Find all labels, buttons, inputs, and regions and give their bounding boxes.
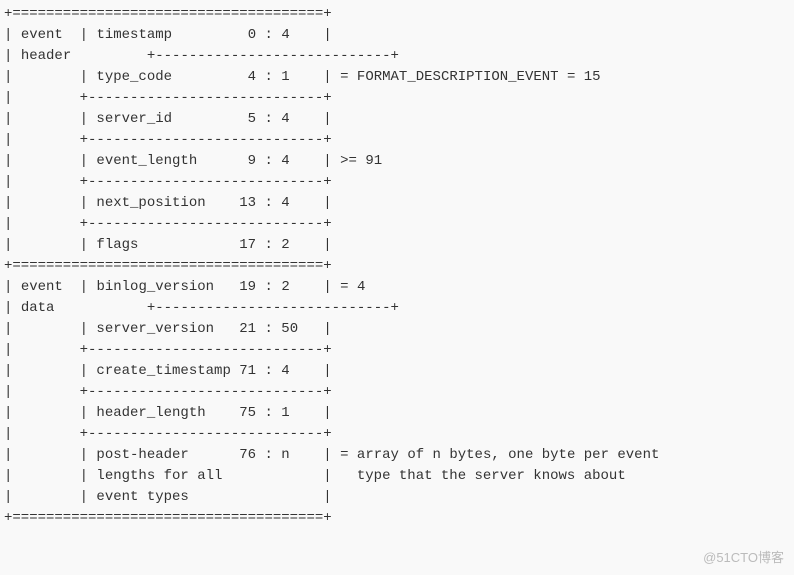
row-separator: +----------------------------+ [12, 174, 331, 190]
border-double: +=====================================+ [4, 6, 332, 22]
row-separator: +----------------------------+ [12, 132, 331, 148]
field-offset: 71 [239, 363, 256, 379]
field-length: 50 [281, 321, 298, 337]
field-name: post-header [96, 447, 188, 463]
field-note: = array of n bytes, one byte per event [340, 447, 659, 463]
field-length: n [281, 447, 289, 463]
border-double: +=====================================+ [4, 510, 332, 526]
row-separator: +----------------------------+ [80, 48, 399, 64]
field-offset: 9 [248, 153, 256, 169]
field-name: event_length [96, 153, 197, 169]
field-offset: 76 [239, 447, 256, 463]
field-name: server_id [96, 111, 172, 127]
group-label: event [21, 27, 63, 43]
field-length: 1 [281, 405, 289, 421]
field-name: server_version [96, 321, 214, 337]
field-length: 1 [281, 69, 289, 85]
field-length: 4 [281, 195, 289, 211]
field-name: lengths for all [96, 468, 222, 484]
field-name: flags [96, 237, 138, 253]
group-label: header [21, 48, 71, 64]
field-name: next_position [96, 195, 205, 211]
field-offset: 19 [239, 279, 256, 295]
field-length: 4 [281, 153, 289, 169]
border-double: +=====================================+ [4, 258, 332, 274]
field-name: binlog_version [96, 279, 214, 295]
field-offset: 21 [239, 321, 256, 337]
field-length: 4 [281, 111, 289, 127]
field-offset: 0 [248, 27, 256, 43]
field-length: 4 [281, 27, 289, 43]
field-offset: 4 [248, 69, 256, 85]
field-length: 4 [281, 363, 289, 379]
field-note: >= 91 [340, 153, 382, 169]
field-note: = FORMAT_DESCRIPTION_EVENT = 15 [340, 69, 600, 85]
row-separator: +----------------------------+ [12, 342, 331, 358]
field-name: timestamp [96, 27, 172, 43]
row-separator: +----------------------------+ [80, 300, 399, 316]
field-offset: 17 [239, 237, 256, 253]
field-offset: 5 [248, 111, 256, 127]
field-length: 2 [281, 279, 289, 295]
row-separator: +----------------------------+ [12, 90, 331, 106]
field-note: type that the server knows about [340, 468, 626, 484]
field-length: 2 [281, 237, 289, 253]
group-label: data [21, 300, 55, 316]
field-name: header_length [96, 405, 205, 421]
group-label: event [21, 279, 63, 295]
row-separator: +----------------------------+ [12, 426, 331, 442]
field-offset: 75 [239, 405, 256, 421]
field-name: type_code [96, 69, 172, 85]
row-separator: +----------------------------+ [12, 384, 331, 400]
watermark: @51CTO博客 [703, 548, 784, 568]
field-offset: 13 [239, 195, 256, 211]
field-name: event types [96, 489, 188, 505]
field-name: create_timestamp [96, 363, 230, 379]
binlog-format-description-event-diagram: +=====================================+ … [0, 0, 794, 533]
field-note: = 4 [340, 279, 365, 295]
row-separator: +----------------------------+ [12, 216, 331, 232]
